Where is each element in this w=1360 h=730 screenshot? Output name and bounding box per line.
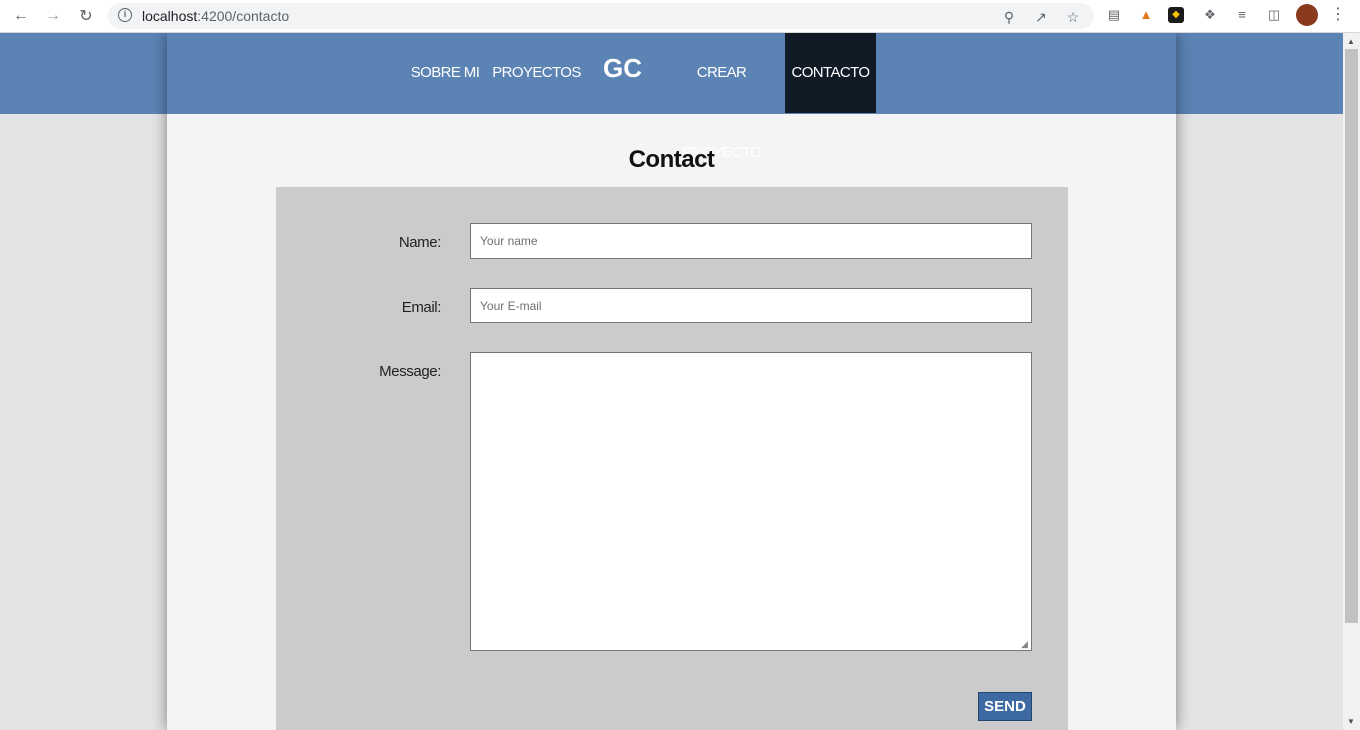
vertical-scrollbar[interactable]: ▲ ▼: [1343, 33, 1360, 730]
name-label: Name:: [398, 234, 442, 251]
page-viewport: SOBRE MI PROYECTOS GC CREAR PROYECTO CON…: [0, 33, 1343, 730]
scrollbar-thumb[interactable]: [1345, 49, 1358, 623]
url-text: localhost:4200/contacto: [142, 8, 290, 24]
email-label: Email:: [401, 299, 442, 316]
message-label: Message:: [379, 363, 441, 380]
scroll-down-arrow-icon[interactable]: ▼: [1347, 717, 1355, 726]
send-button[interactable]: SEND: [978, 692, 1032, 721]
address-bar[interactable]: i localhost:4200/contacto ⚲ ↗ ☆: [108, 3, 1094, 29]
contact-form: Name: Email: Message: ◢ SEND: [276, 187, 1068, 730]
forward-icon[interactable]: →: [42, 5, 64, 27]
main-container: SOBRE MI PROYECTOS GC CREAR PROYECTO CON…: [167, 33, 1176, 730]
menu-kebab-icon[interactable]: ⋮: [1328, 5, 1348, 25]
scroll-up-arrow-icon[interactable]: ▲: [1347, 37, 1355, 46]
nav-sobre-mi[interactable]: SOBRE MI: [403, 33, 487, 113]
share-icon[interactable]: ↗: [1032, 8, 1050, 26]
page-title: Contact: [628, 146, 715, 173]
nav-contacto[interactable]: CONTACTO: [785, 33, 876, 113]
back-icon[interactable]: ←: [10, 5, 32, 27]
resize-grip-icon[interactable]: ◢: [1021, 640, 1030, 649]
nav-proyectos[interactable]: PROYECTOS: [490, 33, 583, 113]
site-info-icon[interactable]: i: [118, 8, 132, 22]
bookmark-star-icon[interactable]: ☆: [1064, 8, 1082, 26]
profile-avatar[interactable]: [1296, 4, 1318, 26]
nav-crear-proyecto[interactable]: CREAR PROYECTO: [661, 33, 782, 161]
site-logo[interactable]: GC: [603, 53, 642, 84]
reading-list-icon[interactable]: ≡: [1232, 5, 1252, 25]
cast-icon[interactable]: ▤: [1104, 5, 1124, 25]
name-input[interactable]: [470, 223, 1032, 259]
metamask-extension-icon[interactable]: ▲: [1136, 5, 1156, 25]
browser-toolbar: ← → ↻ i localhost:4200/contacto ⚲ ↗ ☆ ▤ …: [0, 0, 1360, 33]
extension-icon[interactable]: ◆: [1168, 7, 1184, 23]
reload-icon[interactable]: ↻: [75, 5, 97, 27]
side-panel-icon[interactable]: ◫: [1264, 5, 1284, 25]
navbar: SOBRE MI PROYECTOS GC CREAR PROYECTO CON…: [167, 33, 1176, 161]
zoom-icon[interactable]: ⚲: [1000, 8, 1018, 26]
message-textarea[interactable]: [470, 352, 1032, 651]
email-input[interactable]: [470, 288, 1032, 323]
extensions-puzzle-icon[interactable]: ❖: [1200, 5, 1220, 25]
